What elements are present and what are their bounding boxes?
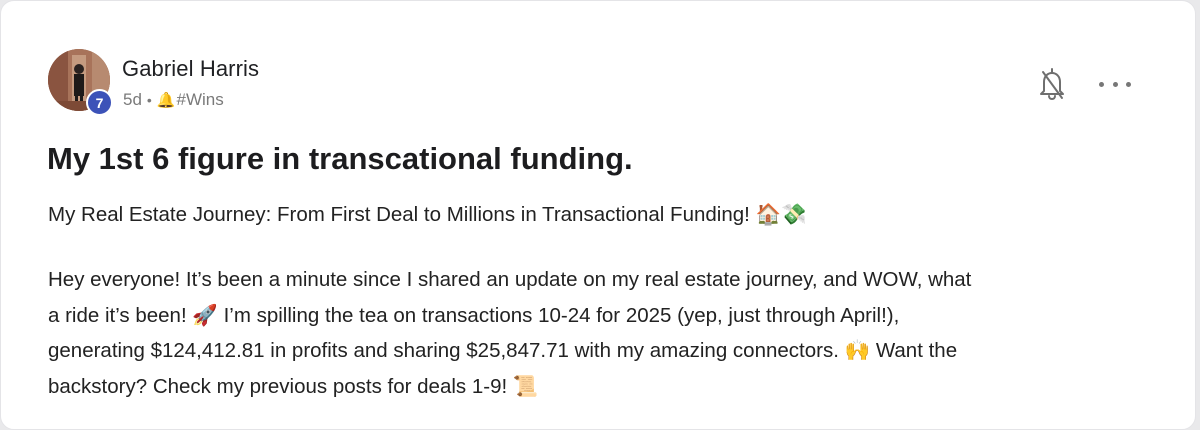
meta-separator: • [146, 92, 152, 108]
more-options-button[interactable] [1099, 77, 1131, 91]
bell-icon: 🔔 [156, 92, 176, 109]
post-category[interactable]: #Wins [177, 90, 224, 110]
post-body-line: a ride it’s been! 🚀 I’m spilling the tea… [48, 303, 900, 327]
post-body-line: backstory? Check my previous posts for d… [48, 374, 539, 398]
author-name[interactable]: Gabriel Harris [122, 56, 259, 82]
more-horizontal-icon [1099, 81, 1104, 87]
bell-off-icon[interactable] [1037, 65, 1067, 103]
post-time: 5d [123, 90, 142, 109]
post-subtitle: My Real Estate Journey: From First Deal … [48, 203, 807, 226]
post-card: 7 Gabriel Harris 5d • 🔔 #Wins My 1st 6 f… [0, 0, 1196, 430]
post-meta: 5d • 🔔 #Wins [123, 90, 224, 110]
post-title[interactable]: My 1st 6 figure in transcational funding… [47, 141, 633, 177]
post-body: Hey everyone! It’s been a minute since I… [48, 262, 1158, 404]
post-body-line: Hey everyone! It’s been a minute since I… [48, 268, 972, 291]
level-badge: 7 [86, 89, 113, 116]
post-body-line: generating $124,412.81 in profits and sh… [48, 339, 958, 362]
